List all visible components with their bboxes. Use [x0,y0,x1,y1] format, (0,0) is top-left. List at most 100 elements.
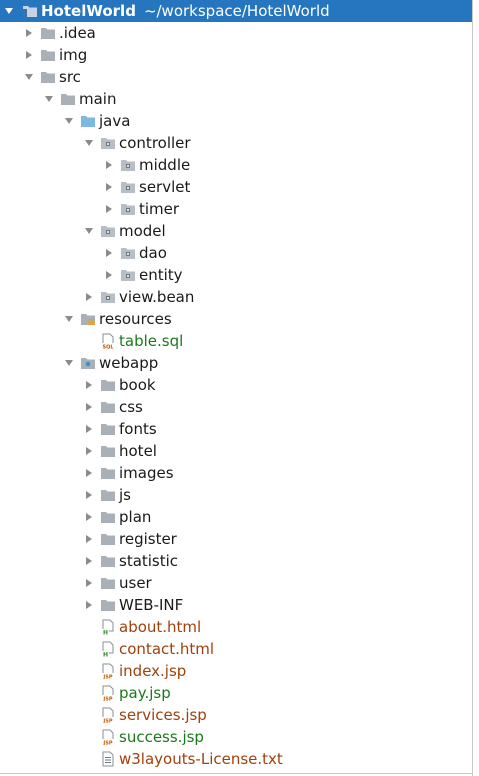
chevron-right-icon[interactable] [82,462,96,484]
tree-item-fonts[interactable]: fonts [0,418,472,440]
folder-icon [100,509,116,525]
package-icon [100,289,116,305]
sql-file-icon: SQL [100,333,116,349]
chevron-right-icon[interactable] [82,572,96,594]
chevron-right-icon[interactable] [82,418,96,440]
tree-item-idea[interactable]: .idea [0,22,472,44]
tree-item-label: success.jsp [119,728,204,746]
tree-item-middle[interactable]: middle [0,154,472,176]
tree-item-register[interactable]: register [0,528,472,550]
tree-item-webapp[interactable]: webapp [0,352,472,374]
chevron-down-icon[interactable] [62,352,76,374]
resources-folder-icon [80,311,96,327]
tree-item-servlet[interactable]: servlet [0,176,472,198]
tree-item-label: services.jsp [119,706,207,724]
chevron-down-icon[interactable] [42,88,56,110]
chevron-right-icon[interactable] [82,396,96,418]
chevron-right-icon[interactable] [102,154,116,176]
tree-item-table-sql[interactable]: SQL table.sql [0,330,472,352]
chevron-right-icon[interactable] [82,286,96,308]
tree-item-js[interactable]: js [0,484,472,506]
tree-item-dao[interactable]: dao [0,242,472,264]
chevron-down-icon[interactable] [62,110,76,132]
tree-item-controller[interactable]: controller [0,132,472,154]
tree-item-resources[interactable]: resources [0,308,472,330]
jsp-file-icon: JSP [100,685,116,701]
tree-item-images[interactable]: images [0,462,472,484]
folder-icon [40,69,56,85]
tree-item-label: model [119,222,166,240]
chevron-down-icon[interactable] [82,132,96,154]
folder-icon [100,377,116,393]
tree-item-hotel[interactable]: hotel [0,440,472,462]
chevron-right-icon[interactable] [22,22,36,44]
tree-item-project-root[interactable]: HotelWorld ~/workspace/HotelWorld [0,0,472,22]
chevron-right-icon[interactable] [82,528,96,550]
svg-text:JSP: JSP [102,719,112,724]
tree-item-model[interactable]: model [0,220,472,242]
tree-item-label: register [119,530,177,548]
tree-item-index-jsp[interactable]: JSP index.jsp [0,660,472,682]
folder-icon [40,25,56,41]
tree-item-java[interactable]: java [0,110,472,132]
panel-bottom-border [0,773,473,774]
chevron-right-icon[interactable] [82,594,96,616]
tree-item-label: book [119,376,156,394]
tree-item-web-inf[interactable]: WEB-INF [0,594,472,616]
tree-item-user[interactable]: user [0,572,472,594]
tree-item-statistic[interactable]: statistic [0,550,472,572]
tree-item-timer[interactable]: timer [0,198,472,220]
tree-item-label: w3layouts-License.txt [119,750,283,768]
tree-item-css[interactable]: css [0,396,472,418]
tree-item-label: index.jsp [119,662,187,680]
chevron-right-icon[interactable] [82,484,96,506]
chevron-right-icon[interactable] [22,44,36,66]
chevron-down-icon[interactable] [62,308,76,330]
tree-item-label: webapp [99,354,159,372]
jsp-file-icon: JSP [100,729,116,745]
tree-item-about-html[interactable]: Habout.html [0,616,472,638]
tree-item-book[interactable]: book [0,374,472,396]
source-folder-icon [80,113,96,129]
tree-item-plan[interactable]: plan [0,506,472,528]
folder-icon [60,91,76,107]
tree-item-license-txt[interactable]: w3layouts-License.txt [0,748,472,770]
chevron-down-icon[interactable] [22,66,36,88]
tree-item-services-jsp[interactable]: JSP services.jsp [0,704,472,726]
chevron-right-icon[interactable] [82,506,96,528]
tree-item-pay-jsp[interactable]: JSP pay.jsp [0,682,472,704]
tree-item-label: controller [119,134,191,152]
chevron-right-icon[interactable] [102,198,116,220]
tree-item-label: user [119,574,152,592]
tree-item-label: java [99,112,131,130]
chevron-right-icon[interactable] [82,374,96,396]
package-icon [100,223,116,239]
tree-item-view-bean[interactable]: view.bean [0,286,472,308]
chevron-right-icon[interactable] [82,440,96,462]
tree-item-entity[interactable]: entity [0,264,472,286]
tree-item-label: timer [139,200,180,218]
chevron-right-icon[interactable] [82,550,96,572]
tree-item-label: statistic [119,552,179,570]
tree-item-label: about.html [119,618,202,636]
chevron-right-icon[interactable] [102,242,116,264]
package-icon [120,267,136,283]
chevron-right-icon[interactable] [102,264,116,286]
tree-item-img[interactable]: img [0,44,472,66]
tree-item-label: fonts [119,420,157,438]
tree-item-main[interactable]: main [0,88,472,110]
package-icon [120,201,136,217]
tree-item-success-jsp[interactable]: JSP success.jsp [0,726,472,748]
html-file-icon: H [100,641,116,657]
chevron-right-icon[interactable] [102,176,116,198]
chevron-down-icon[interactable] [2,0,16,22]
project-module-icon [22,3,38,19]
folder-icon [100,487,116,503]
chevron-down-icon[interactable] [82,220,96,242]
tree-item-src[interactable]: src [0,66,472,88]
tree-item-contact-html[interactable]: Hcontact.html [0,638,472,660]
folder-icon [100,465,116,481]
